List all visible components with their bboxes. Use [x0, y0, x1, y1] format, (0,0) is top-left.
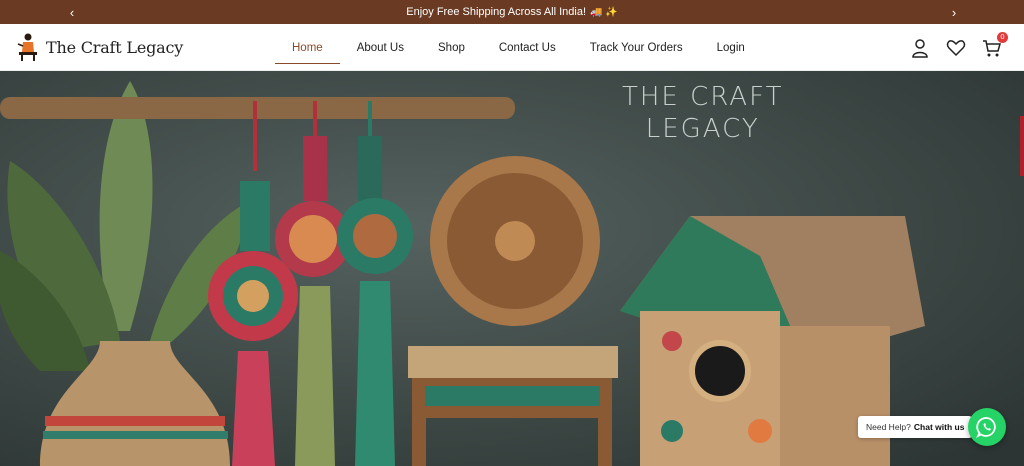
announcement-text: Enjoy Free Shipping Across All India!	[406, 6, 587, 18]
hero-banner[interactable]: THE CRAFT LEGACY	[0, 71, 1024, 466]
nav-track-orders[interactable]: Track Your Orders	[573, 24, 700, 71]
announcement-bar: ‹ Enjoy Free Shipping Across All India! …	[0, 0, 1024, 24]
user-icon[interactable]	[910, 38, 930, 58]
whatsapp-icon	[976, 417, 996, 438]
hero-title-line2: LEGACY	[645, 114, 760, 144]
hero-title-line1: THE CRAFT	[622, 82, 784, 112]
nav-login[interactable]: Login	[700, 24, 762, 71]
cart-button[interactable]: 0	[982, 31, 1008, 58]
cart-count-badge: 0	[997, 31, 1008, 43]
announcement-message: Enjoy Free Shipping Across All India! 🚚 …	[406, 6, 617, 18]
main-nav: Home About Us Shop Contact Us Track Your…	[275, 24, 762, 71]
site-header: The Craft Legacy Home About Us Shop Cont…	[0, 24, 1024, 71]
brand-name: The Craft Legacy	[46, 37, 184, 57]
chevron-left-icon[interactable]: ‹	[60, 0, 84, 24]
heart-icon[interactable]	[946, 38, 966, 58]
hero-image	[0, 71, 1024, 466]
truck-sparkle-emoji: 🚚 ✨	[590, 6, 618, 18]
header-icons: 0	[910, 24, 1008, 71]
brand-logo[interactable]: The Craft Legacy	[16, 32, 183, 62]
whatsapp-button[interactable]	[968, 408, 1006, 446]
help-action: Chat with us	[913, 422, 965, 432]
nav-about-us[interactable]: About Us	[340, 24, 421, 71]
nav-shop[interactable]: Shop	[421, 24, 482, 71]
help-prefix: Need Help?	[866, 422, 911, 432]
help-chat-bubble[interactable]: Need Help? Chat with us	[858, 416, 973, 438]
chevron-right-icon[interactable]: ›	[942, 0, 966, 24]
artisan-logo-icon	[17, 33, 37, 61]
nav-home[interactable]: Home	[275, 24, 340, 71]
side-tab[interactable]	[1020, 116, 1024, 176]
nav-contact-us[interactable]: Contact Us	[482, 24, 573, 71]
hero-title: THE CRAFT LEGACY	[622, 81, 783, 145]
